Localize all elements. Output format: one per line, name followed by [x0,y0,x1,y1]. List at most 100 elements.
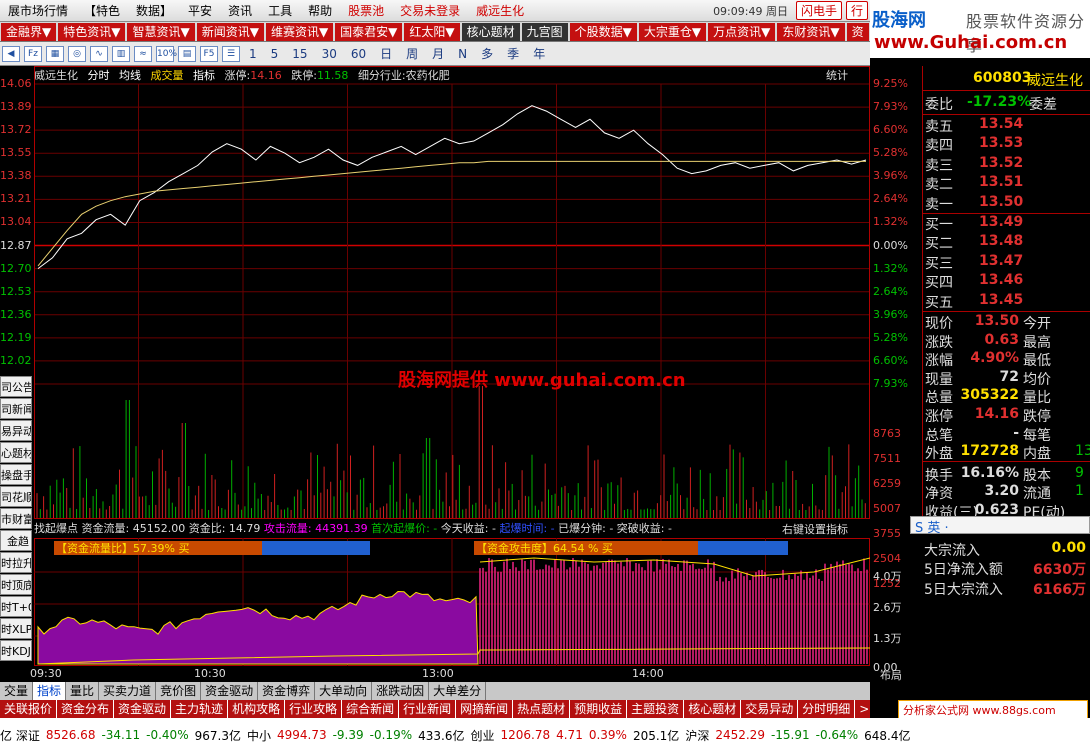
grid-icon[interactable]: ▦ [46,45,64,62]
period-month[interactable]: 月 [425,45,451,62]
tab-big-order-diff[interactable]: 大单差分 [429,682,487,700]
stat-label: 涨停 [925,409,953,425]
toolbar-item[interactable]: 维赛资讯▼ [265,23,334,41]
period-60[interactable]: 60 [344,47,373,61]
info-tab[interactable]: 行业新闻 [399,700,457,718]
sidebar-item[interactable]: 时拉升 [0,552,32,573]
menu-help[interactable]: 帮助 [300,2,340,19]
info-tab[interactable]: 机构攻略 [228,700,286,718]
menu-tools[interactable]: 工具 [260,2,300,19]
flash-trade-button[interactable]: 闪电手 [795,1,842,20]
info-tab[interactable]: 资金驱动 [114,700,172,718]
ten-percent-icon[interactable]: 10% [156,45,177,62]
period-multi[interactable]: 多 [474,45,500,62]
back-icon[interactable]: ◀ [2,45,20,62]
f5-icon[interactable]: F5 [200,45,218,62]
period-n[interactable]: N [451,47,474,61]
toolbar-item[interactable]: 个股数据▼ [569,23,637,41]
sidebar-item[interactable]: 时XLPL [0,618,32,639]
indicator-today-gain: 今天收益: - [440,522,496,535]
info-tab[interactable]: 综合新闻 [342,700,400,718]
sidebar-item[interactable]: 市财富 [0,508,32,529]
period-1[interactable]: 1 [242,47,264,61]
period-15[interactable]: 15 [285,47,314,61]
tab-fund-game[interactable]: 资金博弈 [258,682,316,700]
tab-buy-sell-force[interactable]: 买卖力道 [99,682,157,700]
more-tabs-button[interactable]: >> [855,700,870,718]
info-tab[interactable]: 预期收益 [570,700,628,718]
sidebar-item[interactable]: 时KDJ [0,640,32,661]
info-tab[interactable]: 核心题材 [684,700,742,718]
info-tab[interactable]: 资金分布 [57,700,115,718]
period-year[interactable]: 年 [526,45,552,62]
sidebar-item[interactable]: 司花顺 [0,486,32,507]
stat-label: 现价 [925,316,953,332]
info-tab[interactable]: 网摘新闻 [456,700,514,718]
quote-button[interactable]: 行 [845,1,868,20]
chart-line-icon[interactable]: ∿ [90,45,108,62]
sidebar-item[interactable]: 易异动 [0,420,32,441]
layout-button[interactable]: 布局 [880,667,902,683]
toolbar-item[interactable]: 东财资讯▼ [777,23,845,41]
toolbar-item[interactable]: 九宫图 [521,23,568,41]
sidebar-item[interactable]: 时T+0 [0,596,32,617]
indicator-start-time: 起爆时间: - [499,522,555,535]
tab-indicator-sub[interactable]: 指标 [33,682,67,700]
sidebar-item[interactable]: 时顶底 [0,574,32,595]
tab-big-order[interactable]: 大单动向 [315,682,373,700]
scale-icon[interactable]: ▤ [178,45,196,62]
toolbar-item[interactable]: 金融界▼ [1,23,57,41]
ime-bar: S 英 · [910,516,1090,536]
flow-ratio-label: 【资金流量比】57.39% 买 [56,541,189,555]
sidebar-item[interactable]: 司公告 [0,376,32,397]
info-tab[interactable]: 热点题材 [513,700,571,718]
menu-pingan[interactable]: 平安 [180,2,220,19]
period-5[interactable]: 5 [264,47,286,61]
zoom-icon[interactable]: ◎ [68,45,86,62]
fund-flow-label: 大宗流入 [924,543,980,559]
toolbar-item[interactable]: 新闻资讯▼ [196,23,264,41]
toolbar-item[interactable]: 智慧资讯▼ [127,23,195,41]
menu-market[interactable]: 展市场行情 [0,2,76,19]
toolbar-item[interactable]: 特色资讯▼ [58,23,126,41]
toolbar-item[interactable]: 资 [846,23,869,41]
stock-pool-button[interactable]: 股票池 [340,2,392,19]
fz-icon[interactable]: Fz [24,45,42,62]
toolbar-item[interactable]: 核心题材 [461,23,520,41]
period-quarter[interactable]: 季 [500,45,526,62]
trade-status[interactable]: 交易未登录 [392,2,468,19]
tab-change-cause[interactable]: 涨跌动因 [372,682,430,700]
toolbar-item[interactable]: 万点资讯▼ [708,23,776,41]
indicator-axis-tick: 4.0万 [873,570,902,583]
info-tab[interactable]: 关联报价 [0,700,58,718]
stat-value-2: 13 [1075,443,1090,460]
chart-bar-icon[interactable]: ▥ [112,45,130,62]
menu-news[interactable]: 资讯 [220,2,260,19]
menu-data[interactable]: 数据】 [128,2,180,19]
info-tab[interactable]: 行业攻略 [285,700,343,718]
toolbar-item[interactable]: 国泰君安▼ [335,23,403,41]
sidebar-item[interactable]: 金趋 [0,530,32,551]
period-30[interactable]: 30 [315,47,344,61]
info-tab[interactable]: 交易异动 [741,700,799,718]
ad-banner[interactable]: 分析家公式网 www.88gs.com [898,700,1088,720]
tab-volume-ratio[interactable]: 量比 [66,682,100,700]
chart-wave-icon[interactable]: ≈ [134,45,152,62]
info-tab[interactable]: 分时明细 [798,700,856,718]
tab-auction[interactable]: 竞价图 [156,682,202,700]
toolbar-item[interactable]: 大宗重仓▼ [638,23,707,41]
menu-feature[interactable]: 【特色 [76,2,128,19]
sidebar-item[interactable]: 操盘手 [0,464,32,485]
info-tab[interactable]: 主力轨迹 [171,700,229,718]
toolbar-item[interactable]: 红太阳▼ [404,23,460,41]
tab-fund-drive[interactable]: 资金驱动 [201,682,259,700]
sidebar-item[interactable]: 司新闻 [0,398,32,419]
period-week[interactable]: 周 [399,45,425,62]
sidebar-item[interactable]: 心题材 [0,442,32,463]
stat-label-2: 每笔 [1023,427,1051,444]
period-day[interactable]: 日 [373,45,399,62]
info-tab[interactable]: 主题投资 [627,700,685,718]
list-icon[interactable]: ☰ [222,45,240,62]
tab-volume-sub[interactable]: 交量 [0,682,34,700]
indicator-settings-button[interactable]: 右键设置指标 [782,521,848,537]
